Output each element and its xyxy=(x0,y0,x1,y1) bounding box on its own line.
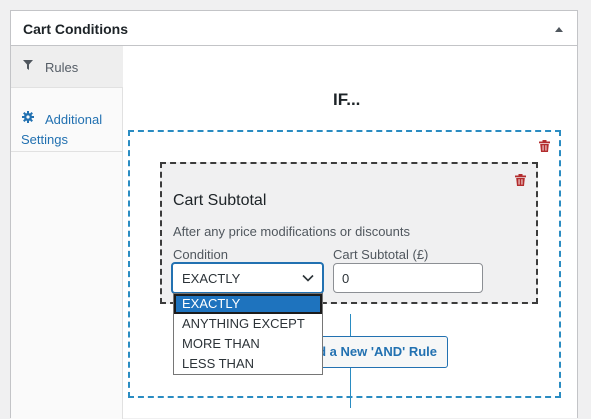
cart-subtotal-input[interactable] xyxy=(333,263,483,293)
panel-title: Cart Conditions xyxy=(23,21,128,37)
dropdown-option-exactly[interactable]: EXACTLY xyxy=(174,294,322,314)
chevron-down-icon xyxy=(302,274,314,282)
condition-label: Condition xyxy=(173,247,228,262)
condition-dropdown-list: EXACTLY ANYTHING EXCEPT MORE THAN LESS T… xyxy=(173,293,323,375)
delete-rule-trash-icon[interactable] xyxy=(515,174,526,186)
dropdown-option-less-than[interactable]: LESS THAN xyxy=(174,354,322,374)
sidebar: Rules Additional Settings xyxy=(11,46,123,419)
tab-rules[interactable]: Rules xyxy=(11,46,123,88)
condition-select[interactable]: EXACTLY xyxy=(172,263,323,293)
tab-rules-label: Rules xyxy=(45,60,79,75)
collapse-arrow-icon[interactable] xyxy=(555,27,563,32)
rule-description: After any price modifications or discoun… xyxy=(173,224,410,239)
dropdown-option-more-than[interactable]: MORE THAN xyxy=(174,334,322,354)
rule-title: Cart Subtotal xyxy=(173,192,267,209)
if-heading: IF... xyxy=(333,90,361,109)
dropdown-option-anything-except[interactable]: ANYTHING EXCEPT xyxy=(174,314,322,334)
condition-select-value: EXACTLY xyxy=(182,271,241,286)
tab-additional-settings[interactable]: Additional Settings xyxy=(11,88,123,152)
delete-group-trash-icon[interactable] xyxy=(539,140,550,152)
filter-icon xyxy=(23,60,33,70)
tab-additional-settings-label: Additional Settings xyxy=(21,112,103,147)
cart-subtotal-label: Cart Subtotal (£) xyxy=(333,247,429,262)
panel-header[interactable]: Cart Conditions xyxy=(11,11,577,46)
